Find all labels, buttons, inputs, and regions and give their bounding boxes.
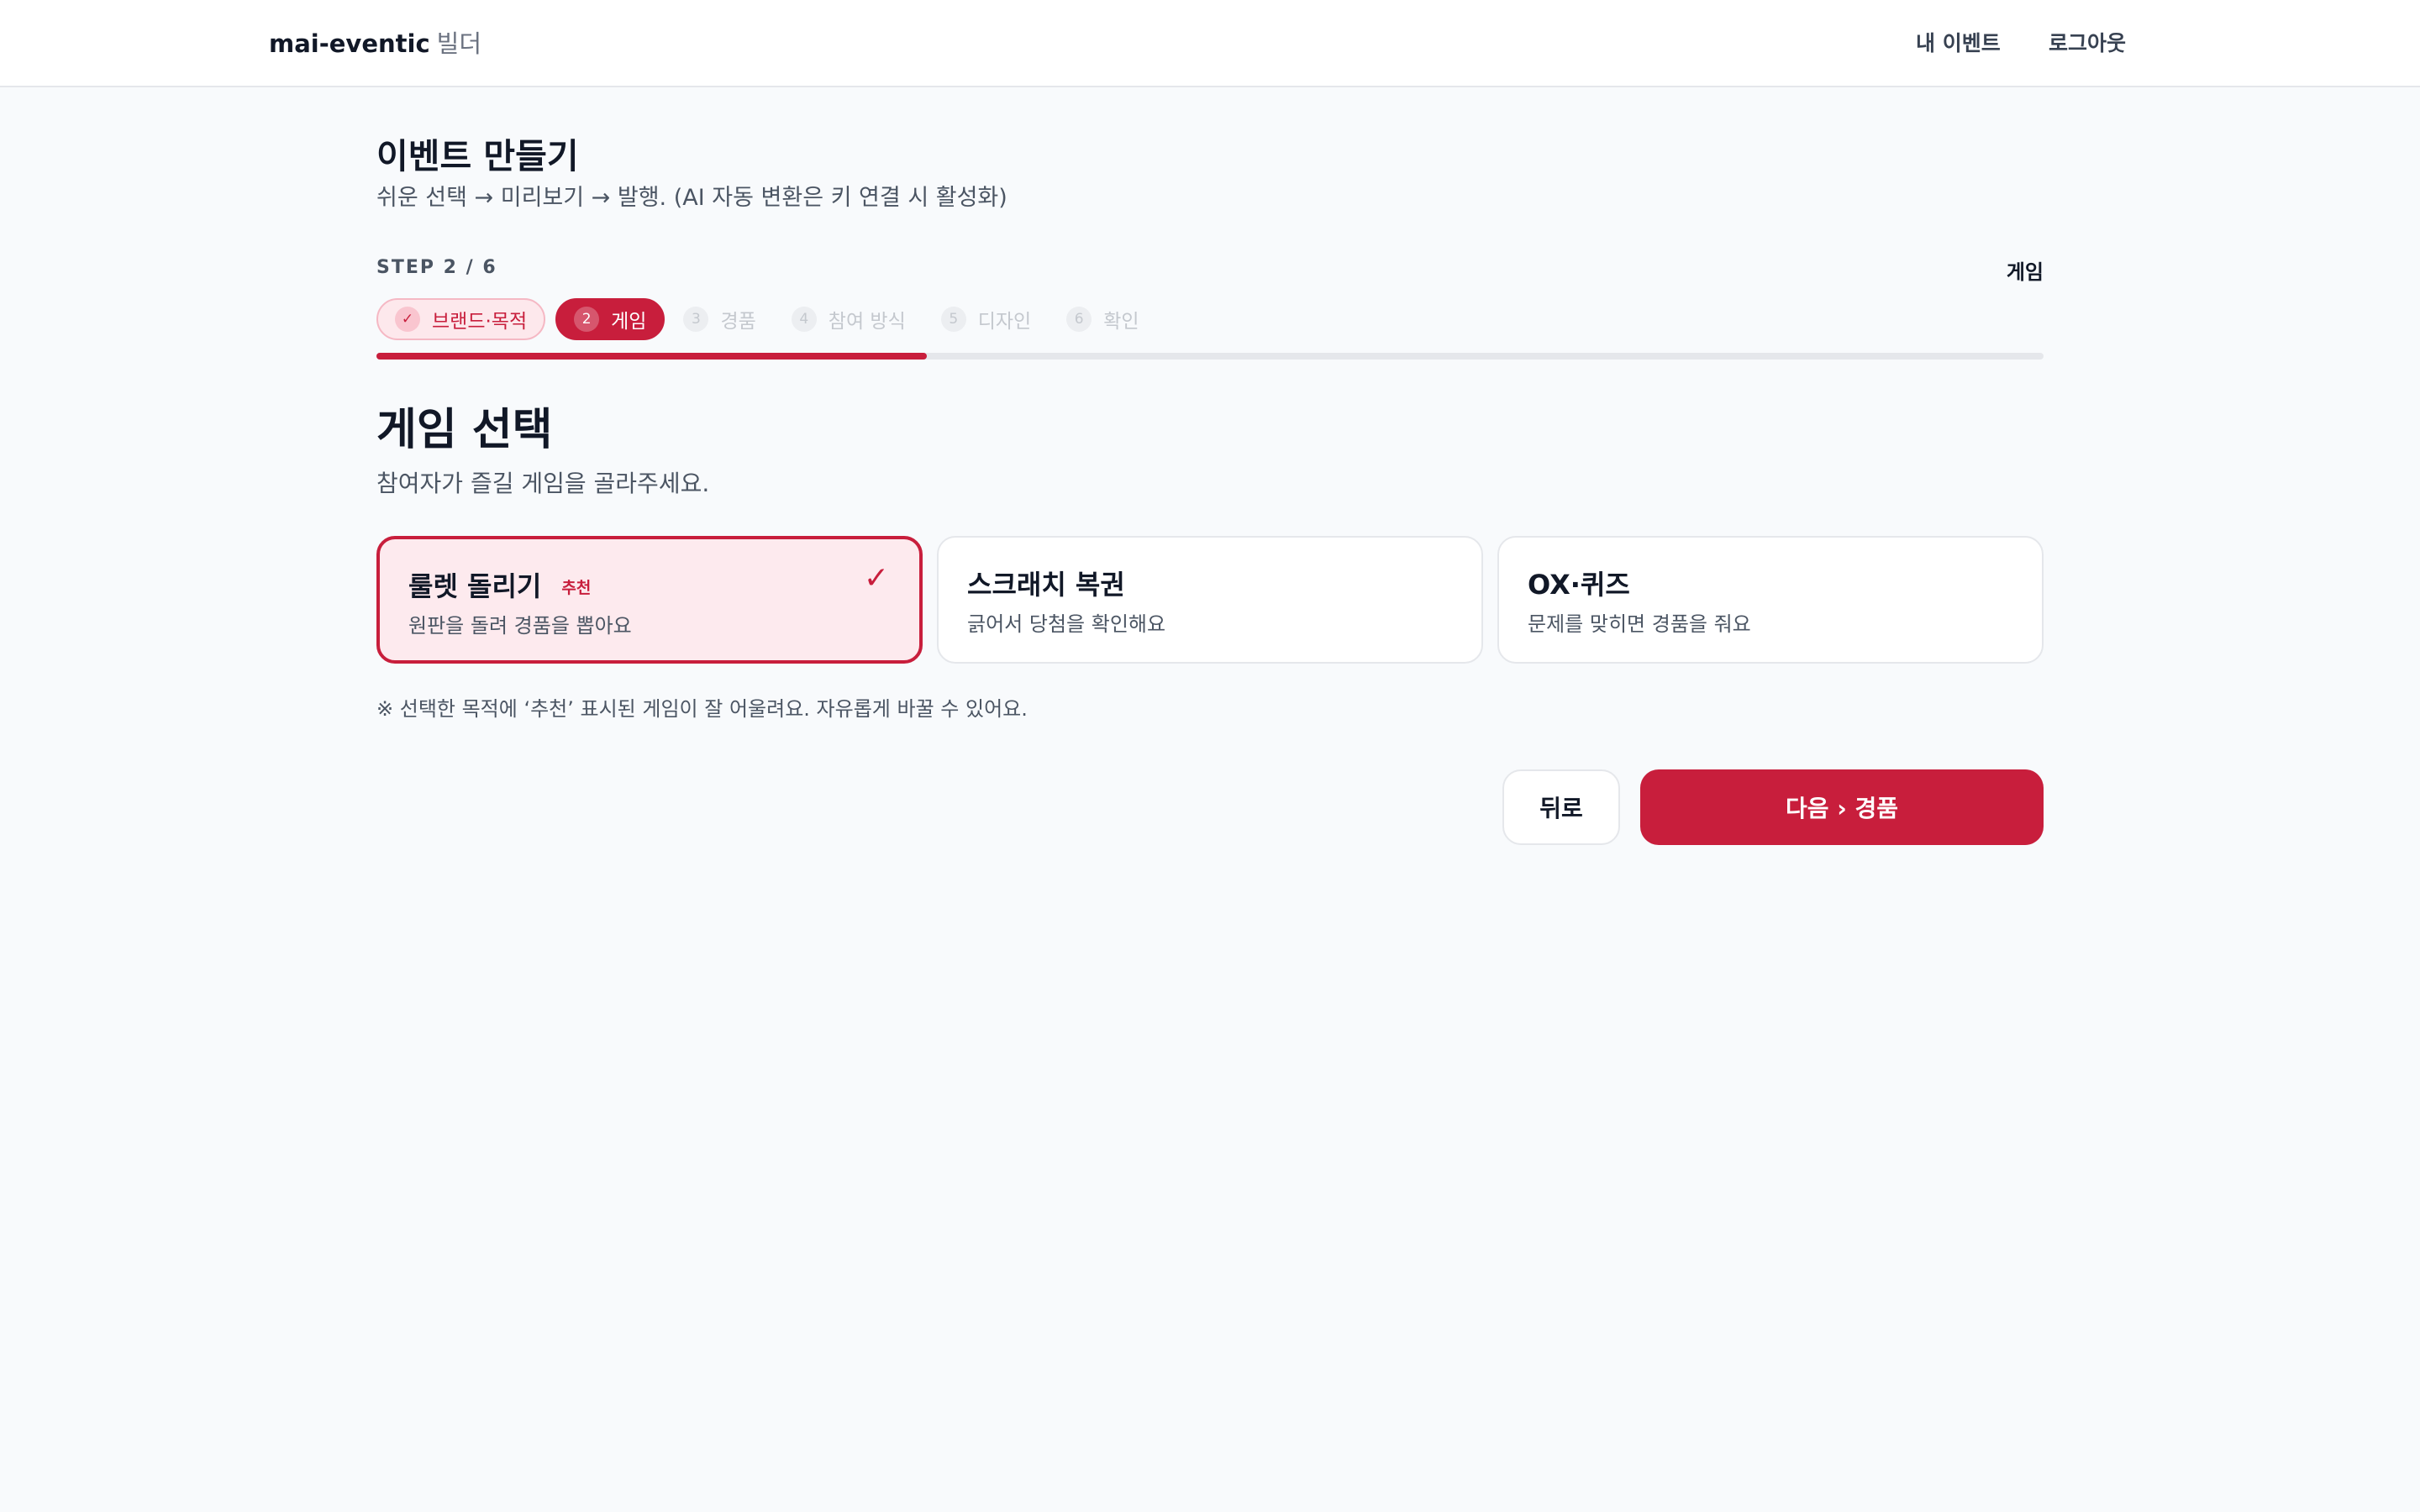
game-card-ox-quiz[interactable]: OX·퀴즈 문제를 맞히면 경품을 줘요 [1497,536,2044,664]
game-card-desc: 긁어서 당첨을 확인해요 [967,612,1166,636]
brand-name: mai-eventic [269,29,430,58]
stepper: ✓ 브랜드·목적 2 게임 3 경품 4 참여 방식 5 디자인 6 확인 [376,297,1166,341]
step-design: 5 디자인 [933,298,1048,340]
back-button[interactable]: 뒤로 [1502,769,1620,845]
game-options: 룰렛 돌리기 추천 원판을 돌려 경품을 뽑아요 ✓ 스크래치 복권 긁어서 당첨… [376,536,2044,665]
step-prize: 3 경품 [675,298,772,340]
progress-bar [376,353,2044,360]
game-card-roulette[interactable]: 룰렛 돌리기 추천 원판을 돌려 경품을 뽑아요 ✓ [376,536,923,664]
step-brand-purpose[interactable]: ✓ 브랜드·목적 [376,298,546,340]
nav-logout-link[interactable]: 로그아웃 [2049,27,2126,60]
game-card-title: 스크래치 복권 [967,569,1125,601]
game-card-desc: 문제를 맞히면 경품을 줘요 [1528,612,1751,636]
step-game[interactable]: 2 게임 [555,298,666,340]
game-card-title: 룰렛 돌리기 추천 [408,568,591,606]
check-icon: ✓ [395,307,420,332]
brand-suffix: 빌더 [436,29,482,58]
step-counter: STEP 2 / 6 [376,257,497,278]
current-step-name: 게임 [2006,260,2044,284]
step-participation: 4 참여 방식 [783,298,923,340]
brand-logo[interactable]: mai-eventic 빌더 [269,27,481,60]
recommendation-note: ※ 선택한 목적에 ‘추천’ 표시된 게임이 잘 어울려요. 자유롭게 바꿀 수… [376,697,1028,721]
step-number: 6 [1066,307,1092,332]
step-label: 경품 [720,311,756,333]
section-subtitle: 참여자가 즐길 게임을 골라주세요. [376,470,710,497]
step-number: 4 [791,307,817,332]
progress-bar-fill [376,353,927,360]
step-confirm: 6 확인 [1058,298,1155,340]
step-label: 확인 [1103,311,1139,333]
game-card-desc: 원판을 돌려 경품을 뽑아요 [408,614,632,638]
game-card-title: OX·퀴즈 [1528,569,1630,601]
page-subtitle: 쉬운 선택 → 미리보기 → 발행. (AI 자동 변환은 키 연결 시 활성화… [376,185,1007,211]
step-number: 2 [574,307,600,332]
game-title-text: 룰렛 돌리기 [408,570,542,602]
recommended-badge: 추천 [561,579,592,597]
checkmark-icon: ✓ [863,561,889,596]
page-title: 이벤트 만들기 [376,136,579,176]
next-button[interactable]: 다음 › 경품 [1640,769,2044,845]
step-label: 참여 방식 [828,311,906,333]
game-card-scratch[interactable]: 스크래치 복권 긁어서 당첨을 확인해요 [937,536,1483,664]
section-title: 게임 선택 [376,405,553,455]
top-navbar: mai-eventic 빌더 내 이벤트 로그아웃 [0,0,2420,87]
step-number: 3 [683,307,709,332]
nav-my-events-link[interactable]: 내 이벤트 [1916,27,2001,60]
step-label: 게임 [611,311,647,333]
step-label: 디자인 [977,311,1032,333]
step-label: 브랜드·목적 [432,311,528,333]
step-number: 5 [940,307,966,332]
